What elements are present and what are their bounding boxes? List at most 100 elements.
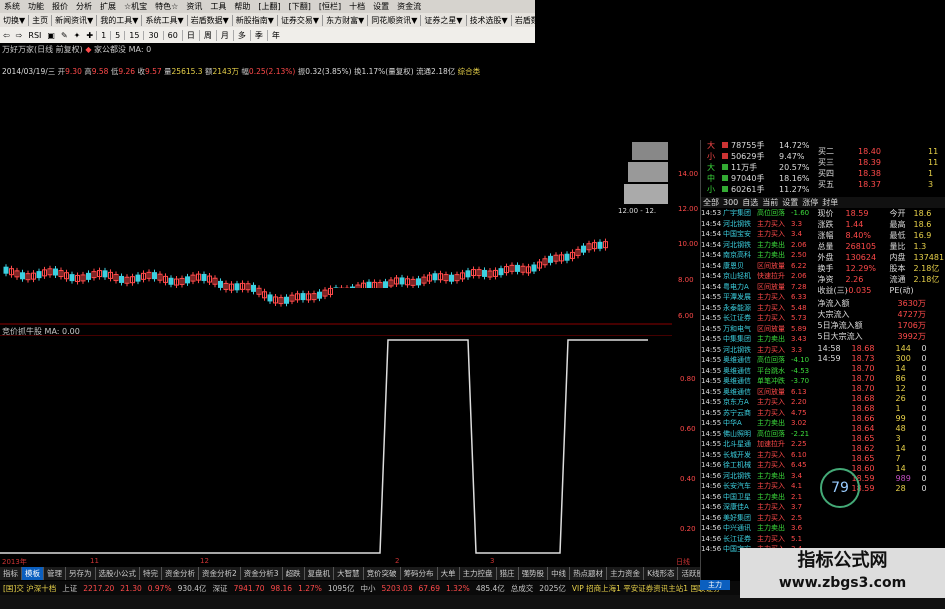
speed-badge[interactable]: 79 (820, 468, 860, 508)
toolbar-link[interactable]: 切换▼ (0, 14, 30, 26)
alert-row[interactable]: 14:55 长城开发 主力买入 6.10 (701, 450, 818, 461)
menu-item[interactable]: 资讯 (182, 1, 206, 12)
tool-icon[interactable]: ✦ (71, 31, 84, 40)
alert-row[interactable]: 14:56 长江证券 主力买入 5.1 (701, 534, 818, 545)
alert-row[interactable]: 14:55 奥维通信 区间放量 6.13 (701, 387, 818, 398)
alert-row[interactable]: 14:55 北斗星通 加速拉升 2.25 (701, 439, 818, 450)
tab-item[interactable]: 活跃股 (678, 567, 700, 580)
period-button[interactable]: 周 (198, 29, 216, 41)
tool-icon[interactable]: ✚ (83, 31, 96, 40)
tab-item[interactable]: 模板 (22, 567, 44, 580)
alert-menu-item[interactable]: 当前 (760, 197, 780, 208)
alert-row[interactable]: 14:55 中集集团 主力卖出 3.43 (701, 334, 818, 345)
alert-row[interactable]: 14:54 中国宝安 主力买入 3.4 (701, 229, 818, 240)
alert-row[interactable]: 14:54 南京高科 主力卖出 2.50 (701, 250, 818, 261)
alert-row[interactable]: 14:55 京东方A 主力买入 2.20 (701, 397, 818, 408)
toolbar-link[interactable]: 东方财富▼ (323, 14, 369, 26)
period-button[interactable]: 多 (232, 29, 250, 41)
alert-row[interactable]: 14:54 京山轻机 快速拉升 2.06 (701, 271, 818, 282)
menu-item[interactable]: 帮助 (230, 1, 254, 12)
menu-item[interactable]: 功能 (24, 1, 48, 12)
period-button[interactable]: 15 (124, 30, 143, 40)
alert-row[interactable]: 14:56 中国卫星 主力卖出 2.1 (701, 492, 818, 503)
alert-row[interactable]: 14:56 徐工机械 主力买入 6.45 (701, 460, 818, 471)
broker-label[interactable]: [国]交 沪深十档 (0, 583, 59, 594)
tab-item[interactable]: 复盘机 (305, 567, 335, 580)
toolbar-link[interactable]: 我的工具▼ (97, 14, 143, 26)
toolbar-link[interactable]: 证券交易▼ (278, 14, 324, 26)
alert-row[interactable]: 14:55 长江证券 主力买入 5.73 (701, 313, 818, 324)
alert-menu-item[interactable]: 自选 (740, 197, 760, 208)
alert-row[interactable]: 14:55 河北钢铁 主力买入 3.3 (701, 345, 818, 356)
alert-row[interactable]: 14:54 粤电力A 区间放量 7.28 (701, 282, 818, 293)
alert-row[interactable]: 14:55 奥维通信 单笔冲跌 -3.70 (701, 376, 818, 387)
alert-menu-item[interactable]: 300 (721, 197, 740, 208)
alert-menu-item[interactable]: 封单 (820, 197, 840, 208)
tab-item[interactable]: 猎庄 (497, 567, 519, 580)
alert-row[interactable]: 14:56 中兴通讯 主力卖出 3.6 (701, 523, 818, 534)
menu-item[interactable]: 分析 (72, 1, 96, 12)
alert-row[interactable]: 14:55 奥维通信 平台跳水 -4.53 (701, 366, 818, 377)
tab-item[interactable]: 竞价突破 (364, 567, 401, 580)
alert-row[interactable]: 14:54 康恩贝 区间放量 6.22 (701, 261, 818, 272)
tab-item[interactable]: 管理 (44, 567, 66, 580)
alert-menu-item[interactable]: 全部 (701, 197, 721, 208)
toolbar-link[interactable]: 证券之星▼ (421, 14, 467, 26)
tab-item[interactable]: 资金分析 (162, 567, 199, 580)
alert-row[interactable]: 14:56 深康佳A 主力买入 3.7 (701, 502, 818, 513)
toolbar-link[interactable]: 新股指南▼ (233, 14, 278, 26)
alert-row[interactable]: 14:54 河北钢铁 主力卖出 2.06 (701, 240, 818, 251)
menu-item[interactable]: [恒栏] (315, 1, 345, 12)
alert-row[interactable]: 14:53 广宇集团 高位回落 -1.60 (701, 208, 818, 219)
tool-icon[interactable]: ▣ (44, 31, 58, 40)
alert-row[interactable]: 14:55 苏宁云商 主力买入 4.75 (701, 408, 818, 419)
menu-item[interactable]: 设置 (369, 1, 393, 12)
tab-item[interactable]: 主力控盘 (460, 567, 497, 580)
alert-row[interactable]: 14:54 河北钢铁 主力买入 3.3 (701, 219, 818, 230)
period-button[interactable]: 1 (96, 30, 110, 40)
tab-item[interactable]: 强势股 (519, 567, 549, 580)
alert-menu-item[interactable]: 涨停 (800, 197, 820, 208)
tab-item[interactable]: 大单 (438, 567, 460, 580)
period-button[interactable]: 60 (162, 30, 182, 40)
tab-item[interactable]: 超跌 (283, 567, 305, 580)
menu-item[interactable]: 资金流 (393, 1, 425, 12)
alert-row[interactable]: 14:55 佛山照明 高位回落 -2.21 (701, 429, 818, 440)
toolbar-link[interactable]: 系统工具▼ (142, 14, 188, 26)
tool-icon[interactable]: ✎ (58, 31, 71, 40)
menu-item[interactable]: 系统 (0, 1, 24, 12)
tool-icon[interactable]: ⇦ (0, 31, 13, 40)
alert-menu-item[interactable]: 设置 (780, 197, 800, 208)
toolbar-link[interactable]: 同花顺资讯▼ (368, 14, 422, 26)
tab-item[interactable]: 资金分析3 (241, 567, 283, 580)
period-button[interactable]: 年 (266, 29, 284, 41)
tab-main-force[interactable]: 主力 (700, 580, 730, 590)
menu-item[interactable]: 特色☆ (151, 1, 182, 12)
tab-item[interactable]: 筹码分布 (401, 567, 438, 580)
menu-item[interactable]: 十档 (345, 1, 369, 12)
period-button[interactable]: 日 (181, 29, 199, 41)
tool-icon[interactable]: ⇨ (13, 31, 26, 40)
tab-item[interactable]: K线形态 (644, 567, 679, 580)
tab-item[interactable]: 特完 (140, 567, 162, 580)
period-button[interactable]: 季 (249, 29, 267, 41)
menu-item[interactable]: ☆机宝 (120, 1, 151, 12)
alert-row[interactable]: 14:55 永泰能源 主力买入 5.48 (701, 303, 818, 314)
toolbar-link[interactable]: 技术选股▼ (467, 14, 512, 26)
menu-item[interactable]: 工具 (206, 1, 230, 12)
alert-row[interactable]: 14:55 万和电气 区间放量 5.89 (701, 324, 818, 335)
menu-item[interactable]: 扩展 (96, 1, 120, 12)
period-button[interactable]: 30 (143, 30, 162, 40)
indicator-chart[interactable] (0, 335, 672, 557)
alert-row[interactable]: 14:56 长安汽车 主力买入 4.1 (701, 481, 818, 492)
tab-item[interactable]: 中线 (548, 567, 571, 580)
toolbar-link[interactable]: 岩盾数据▼ (512, 15, 535, 26)
alert-row[interactable]: 14:55 奥维通信 高位回落 -4.10 (701, 355, 818, 366)
menu-item[interactable]: [下翻] (285, 1, 315, 12)
alert-row[interactable]: 14:56 美好集团 主力买入 2.5 (701, 513, 818, 524)
alert-row[interactable]: 14:55 平潭发展 主力买入 6.33 (701, 292, 818, 303)
toolbar-link[interactable]: 新闻资讯▼ (52, 14, 98, 26)
tab-item[interactable]: 大智慧 (334, 567, 364, 580)
tab-item[interactable]: 资金分析2 (199, 567, 241, 580)
period-button[interactable]: 5 (110, 30, 124, 40)
